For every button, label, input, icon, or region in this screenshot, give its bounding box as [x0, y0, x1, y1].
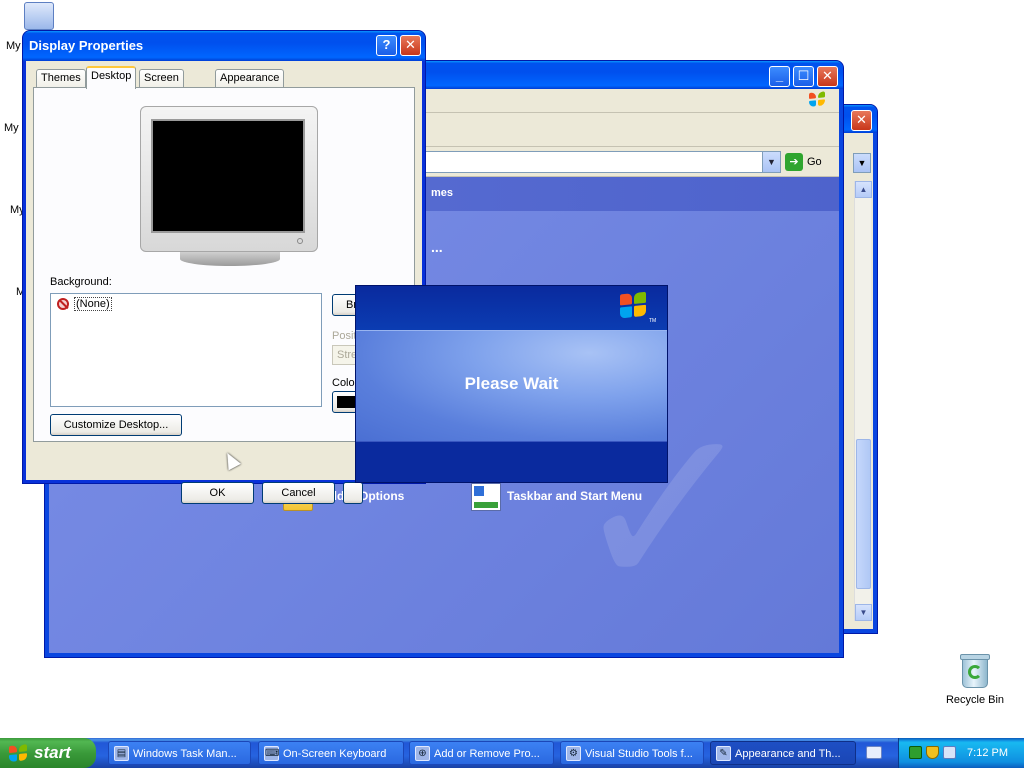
customize-desktop-button[interactable]: Customize Desktop...	[50, 414, 182, 436]
taskbar-button-add-remove[interactable]: ⊕ Add or Remove Pro...	[409, 741, 554, 765]
list-item[interactable]: (None)	[57, 297, 112, 311]
start-label: start	[34, 743, 71, 762]
title-bar[interactable]: Display Properties	[23, 31, 425, 61]
close-button[interactable]: ✕	[400, 35, 421, 56]
task-label: On-Screen Keyboard	[283, 748, 387, 760]
background-label: Background:	[50, 276, 112, 288]
dialog-title: Display Properties	[29, 38, 144, 53]
task-label: Visual Studio Tools f...	[585, 748, 693, 760]
task-label: Windows Task Man...	[133, 748, 237, 760]
apply-button[interactable]	[343, 482, 363, 504]
ellipsis-text: ...	[431, 239, 443, 255]
network-icon[interactable]	[909, 746, 922, 759]
appearance-icon: ✎	[716, 746, 731, 761]
background-list[interactable]: (None)	[50, 293, 322, 407]
address-dropdown-icon[interactable]: ▼	[853, 153, 871, 173]
task-manager-icon: ▤	[114, 746, 129, 761]
ok-button[interactable]: OK	[181, 482, 254, 504]
task-label: Add or Remove Pro...	[434, 748, 540, 760]
section-title: mes	[431, 187, 454, 199]
accessibility-icon[interactable]	[943, 746, 956, 759]
taskbar: start ▤ Windows Task Man... ⌨ On-Screen Ke…	[0, 738, 1024, 768]
task-label: Appearance and Th...	[735, 748, 841, 760]
taskbar-icon	[471, 483, 501, 511]
monitor-power-icon	[297, 238, 303, 244]
windows-logo-icon	[809, 91, 827, 109]
vertical-scrollbar[interactable]: ▲ ▼	[854, 181, 872, 621]
close-button[interactable]: ✕	[851, 110, 872, 131]
splash-footer	[356, 442, 667, 482]
trademark-text: TM	[649, 318, 657, 324]
recycle-bin-icon	[960, 654, 990, 688]
splash-header: TM	[356, 286, 667, 330]
taskbar-button-task-manager[interactable]: ▤ Windows Task Man...	[108, 741, 251, 765]
start-button[interactable]: start	[0, 738, 96, 768]
taskbar-button-on-screen-keyboard[interactable]: ⌨ On-Screen Keyboard	[258, 741, 404, 765]
please-wait-message: Please Wait	[464, 374, 559, 393]
add-remove-icon: ⊕	[415, 746, 430, 761]
maximize-button[interactable]: ☐	[793, 66, 814, 87]
scroll-thumb[interactable]	[856, 439, 871, 589]
go-arrow-icon: ➔	[785, 153, 803, 172]
scroll-up-icon[interactable]: ▲	[855, 181, 872, 198]
system-tray: 7:12 PM	[898, 738, 1024, 768]
list-item-label: (None)	[74, 297, 112, 311]
desktop-icon-label[interactable]: My	[6, 40, 21, 52]
go-label: Go	[807, 156, 822, 168]
minimize-button[interactable]: _	[769, 66, 790, 87]
none-icon	[57, 298, 69, 311]
keyboard-tray-icon[interactable]	[866, 746, 882, 759]
tab-themes[interactable]: Themes	[36, 69, 86, 88]
address-dropdown-icon[interactable]: ▼	[762, 152, 780, 172]
tab-desktop[interactable]: Desktop	[86, 66, 137, 89]
tab-screen-saver[interactable]: Screen Saver	[139, 69, 184, 101]
taskbar-button-visual-studio[interactable]: ⚙ Visual Studio Tools f...	[560, 741, 704, 765]
help-button[interactable]: ?	[376, 35, 397, 56]
windows-logo-icon	[9, 744, 29, 764]
scroll-down-icon[interactable]: ▼	[855, 604, 872, 621]
taskbar-button-appearance[interactable]: ✎ Appearance and Th...	[710, 741, 856, 765]
monitor-preview	[140, 106, 318, 252]
go-button[interactable]: ➔ Go	[785, 151, 833, 173]
taskbar-start-menu-link[interactable]: Taskbar and Start Menu	[471, 483, 642, 511]
tab-appearance[interactable]: Appearance	[215, 69, 285, 88]
recycle-bin[interactable]: Recycle Bin	[940, 654, 1010, 706]
recycle-bin-label: Recycle Bin	[945, 694, 1005, 706]
please-wait-splash: TM Please Wait	[355, 285, 668, 483]
preview-screen	[151, 119, 305, 233]
monitor-stand	[180, 252, 280, 266]
taskbar-start-menu-label: Taskbar and Start Menu	[507, 489, 643, 504]
keyboard-icon: ⌨	[264, 746, 280, 761]
visual-studio-icon: ⚙	[566, 746, 581, 761]
my-documents-icon[interactable]	[24, 2, 54, 30]
clock[interactable]: 7:12 PM	[967, 738, 1008, 768]
security-shield-icon[interactable]	[926, 746, 939, 759]
close-button[interactable]: ✕	[817, 66, 838, 87]
windows-logo-icon	[620, 291, 648, 321]
cancel-button[interactable]: Cancel	[262, 482, 335, 504]
